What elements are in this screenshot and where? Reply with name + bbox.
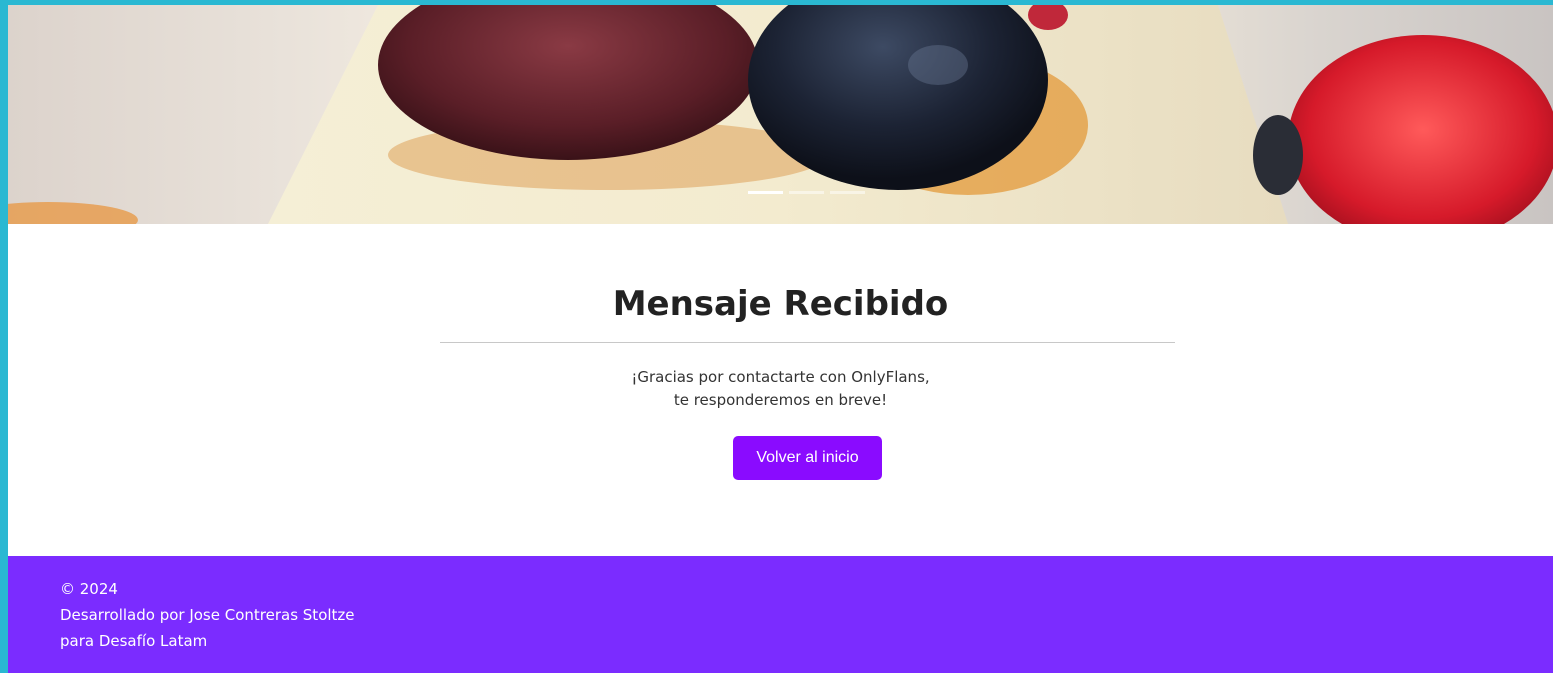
footer-text: © 2024 Desarrollado por Jose Contreras S… [60, 576, 355, 654]
back-home-button[interactable]: Volver al inicio [733, 436, 882, 480]
title-divider [440, 342, 1175, 343]
page: Mensaje Recibido ¡Gracias por contactart… [8, 5, 1553, 673]
carousel-indicator-3[interactable] [830, 191, 865, 194]
page-title: Mensaje Recibido [612, 284, 949, 324]
message-line-1: ¡Gracias por contactarte con OnlyFlans, [631, 368, 930, 386]
footer-copyright: © 2024 [60, 580, 118, 598]
carousel-indicators [748, 191, 865, 194]
message-line-2: te responderemos en breve! [673, 391, 888, 409]
main-content: Mensaje Recibido ¡Gracias por contactart… [8, 224, 1553, 556]
footer: © 2024 Desarrollado por Jose Contreras S… [8, 556, 1553, 673]
hero-carousel[interactable] [8, 5, 1553, 224]
footer-credit-line-2: para Desafío Latam [60, 632, 208, 650]
confirmation-message: ¡Gracias por contactarte con OnlyFlans, … [8, 366, 1553, 412]
carousel-indicator-2[interactable] [789, 191, 824, 194]
carousel-indicator-1[interactable] [748, 191, 783, 194]
footer-credit-line-1: Desarrollado por Jose Contreras Stoltze [60, 606, 355, 624]
